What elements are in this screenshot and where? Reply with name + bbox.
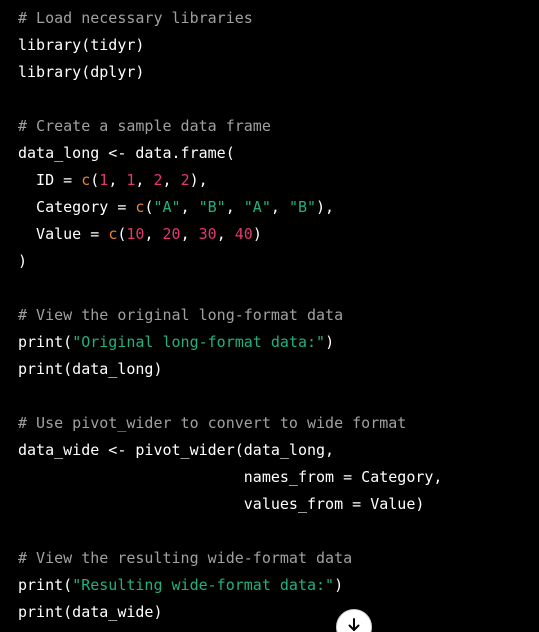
code-line: data_wide <- pivot_wider(data_long, — [18, 437, 539, 464]
code-token-plain: data_wide <- pivot_wider(data_long, — [18, 441, 335, 459]
code-token-str: "Original long-format data:" — [72, 333, 326, 351]
code-line: print("Resulting wide-format data:") — [18, 572, 539, 599]
code-token-plain: print( — [18, 333, 73, 351]
code-token-plain: , — [216, 225, 235, 243]
code-token-plain: , — [270, 198, 289, 216]
code-line: ID = c(1, 1, 2, 2), — [18, 167, 539, 194]
code-token-plain: print( — [18, 576, 73, 594]
code-token-num: 40 — [234, 225, 253, 243]
code-token-plain: , — [180, 225, 199, 243]
code-token-comment: # Use pivot_wider to convert to wide for… — [18, 414, 407, 432]
code-token-num: 1 — [99, 171, 109, 189]
code-token-str: "A" — [243, 198, 271, 216]
code-line: # View the resulting wide-format data — [18, 545, 539, 572]
code-token-plain: , — [162, 171, 181, 189]
code-token-plain: , — [144, 225, 163, 243]
code-token-plain: library(dplyr) — [18, 63, 145, 81]
code-token-num: 10 — [126, 225, 145, 243]
code-token-plain: Category = — [18, 198, 136, 216]
code-token-plain: , — [108, 171, 127, 189]
code-token-str: "B" — [288, 198, 317, 216]
code-line: ) — [18, 248, 539, 275]
code-token-str: "A" — [153, 198, 181, 216]
code-token-num: 2 — [180, 171, 190, 189]
code-line: # View the original long-format data — [18, 302, 539, 329]
code-token-plain: Value = — [18, 225, 109, 243]
code-token-fn: c — [81, 171, 91, 189]
code-token-plain: ) — [334, 576, 344, 594]
code-line: # Create a sample data frame — [18, 113, 539, 140]
code-token-str: "B" — [198, 198, 226, 216]
code-token-num: 30 — [198, 225, 217, 243]
code-token-plain: ), — [316, 198, 335, 216]
code-lines: # Load necessary libraries library(tidyr)… — [18, 5, 539, 626]
code-token-plain: ) — [18, 252, 28, 270]
code-line: # Load necessary libraries — [18, 5, 539, 32]
code-token-comment: # View the original long-format data — [18, 306, 344, 324]
code-token-plain: ID = — [18, 171, 82, 189]
code-block: # Load necessary libraries library(tidyr)… — [0, 0, 539, 632]
code-line: Value = c(10, 20, 30, 40) — [18, 221, 539, 248]
code-token-str: "Resulting wide-format data:" — [72, 576, 335, 594]
code-token-plain: , — [225, 198, 244, 216]
code-token-plain: ) — [325, 333, 335, 351]
code-line: print(data_wide) — [18, 599, 539, 626]
code-line: names_from = Category, — [18, 464, 539, 491]
code-token-plain: values_from = Value) — [18, 495, 425, 513]
code-token-plain: , — [180, 198, 199, 216]
code-token-fn: c — [108, 225, 118, 243]
code-line: data_long <- data.frame( — [18, 140, 539, 167]
code-line: library(tidyr) — [18, 32, 539, 59]
code-line: Category = c("A", "B", "A", "B"), — [18, 194, 539, 221]
code-line: values_from = Value) — [18, 491, 539, 518]
code-token-num: 20 — [162, 225, 181, 243]
arrow-down-icon — [346, 617, 362, 632]
code-token-comment: # Create a sample data frame — [18, 117, 271, 135]
code-token-comment: # View the resulting wide-format data — [18, 549, 353, 567]
code-token-plain: names_from = Category, — [18, 468, 443, 486]
code-token-plain: print(data_long) — [18, 360, 163, 378]
code-token-plain: ), — [189, 171, 208, 189]
code-line: print(data_long) — [18, 356, 539, 383]
code-line: library(dplyr) — [18, 59, 539, 86]
code-token-plain: ) — [252, 225, 262, 243]
code-token-plain: library(tidyr) — [18, 36, 145, 54]
code-token-plain: print(data_wide) — [18, 603, 163, 621]
code-token-comment: # Load necessary libraries — [18, 9, 253, 27]
code-line: # Use pivot_wider to convert to wide for… — [18, 410, 539, 437]
code-token-plain: , — [135, 171, 154, 189]
code-token-num: 2 — [153, 171, 163, 189]
code-line: print("Original long-format data:") — [18, 329, 539, 356]
code-token-plain: ( — [90, 171, 100, 189]
code-token-plain: data_long <- data.frame( — [18, 144, 235, 162]
